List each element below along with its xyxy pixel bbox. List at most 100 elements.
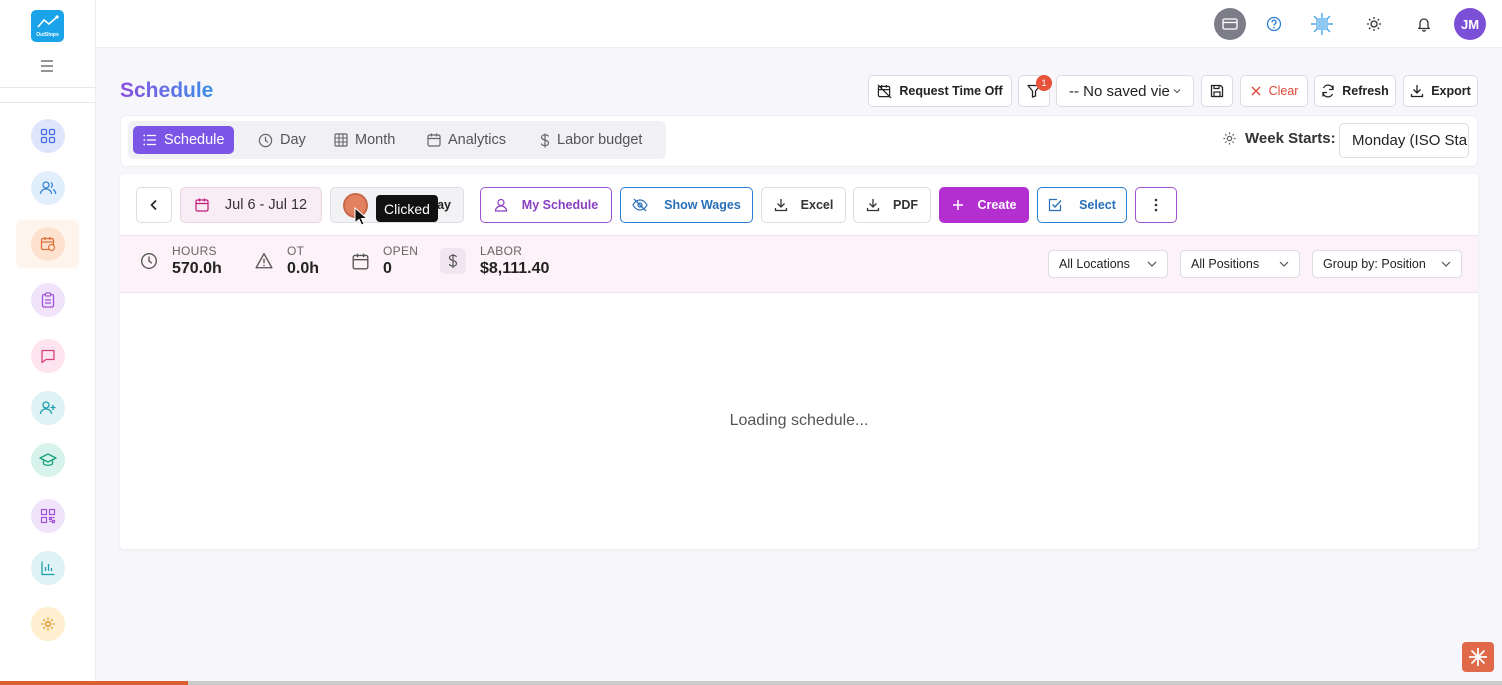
sidebar-item-qr[interactable] [31, 499, 65, 533]
sidebar-item-reports[interactable] [31, 551, 65, 585]
export-button[interactable]: Export [1403, 75, 1478, 107]
sidebar-item-hiring[interactable] [31, 391, 65, 425]
show-wages-button[interactable]: Show Wages [620, 187, 753, 223]
sidebar-item-training[interactable] [31, 443, 65, 477]
more-options-button[interactable] [1135, 187, 1177, 223]
locations-filter[interactable]: All Locations [1048, 250, 1168, 278]
clear-button[interactable]: Clear [1240, 75, 1308, 107]
tab-day[interactable]: Day [248, 126, 316, 154]
refresh-label: Refresh [1342, 84, 1389, 98]
users-icon [39, 181, 57, 195]
my-schedule-button[interactable]: My Schedule [480, 187, 612, 223]
locations-value: All Locations [1059, 257, 1130, 271]
app-logo[interactable]: OutStops [31, 10, 64, 42]
chevron-down-icon [1279, 261, 1289, 267]
stat-label: OT [287, 244, 305, 258]
stat-ot: OT 0.0h [255, 244, 319, 278]
pdf-export-button[interactable]: PDF [853, 187, 931, 223]
filter-count-badge: 1 [1036, 75, 1052, 91]
group-by-select[interactable]: Group by: Position [1312, 250, 1462, 278]
tab-schedule[interactable]: Schedule [133, 126, 235, 154]
excel-label: Excel [800, 198, 834, 212]
pdf-label: PDF [893, 198, 918, 212]
request-time-off-button[interactable]: Request Time Off [868, 75, 1012, 107]
chevron-down-icon [1441, 261, 1451, 267]
assistant-launcher-button[interactable] [1462, 642, 1494, 672]
dashboard-icon [40, 128, 56, 144]
chevron-down-icon [1147, 261, 1157, 267]
grid-icon [334, 133, 348, 147]
export-label: Export [1431, 84, 1471, 98]
calendar-icon [352, 253, 369, 269]
clear-label: Clear [1268, 84, 1299, 98]
create-button[interactable]: Create [939, 187, 1029, 223]
stat-label: LABOR [480, 244, 523, 258]
date-range-label: Jul 6 - Jul 12 [224, 197, 308, 213]
bell-icon[interactable] [1408, 8, 1440, 40]
click-tooltip: Clicked [376, 195, 438, 222]
positions-value: All Positions [1191, 257, 1260, 271]
clock-icon [258, 133, 273, 147]
show-wages-label: Show Wages [664, 198, 741, 212]
stat-value: 0 [383, 260, 392, 277]
date-range-picker[interactable]: Jul 6 - Jul 12 [180, 187, 322, 223]
sidebar-divider [0, 87, 95, 88]
dollar-icon [540, 133, 550, 147]
week-starts-text: Week Starts: [1245, 130, 1336, 147]
stat-labor: LABOR $8,111.40 [440, 244, 549, 278]
request-time-off-label: Request Time Off [899, 84, 1003, 98]
tab-analytics[interactable]: Analytics [417, 126, 516, 154]
gear-icon [41, 617, 55, 631]
sidebar-divider [0, 102, 95, 103]
card-icon[interactable] [1214, 8, 1246, 40]
save-view-button[interactable] [1201, 75, 1233, 107]
saved-view-select[interactable]: -- No saved vie [1056, 75, 1194, 107]
refresh-button[interactable]: Refresh [1314, 75, 1396, 107]
positions-filter[interactable]: All Positions [1180, 250, 1300, 278]
chevron-left-icon [150, 199, 157, 211]
user-avatar[interactable]: JM [1454, 8, 1486, 40]
refresh-icon [1322, 84, 1334, 98]
week-starts-value: Monday (ISO Standard) [1352, 132, 1468, 149]
page-title: Schedule [120, 79, 214, 102]
clock-icon [141, 253, 157, 269]
sidebar-item-schedule[interactable] [31, 227, 65, 261]
select-button[interactable]: Select [1037, 187, 1127, 223]
help-icon[interactable] [1258, 8, 1290, 40]
excel-export-button[interactable]: Excel [761, 187, 846, 223]
select-label: Select [1079, 198, 1116, 212]
sidebar-item-dashboard[interactable] [31, 119, 65, 153]
sidebar-item-messages[interactable] [31, 339, 65, 373]
stat-value: 570.0h [172, 260, 222, 277]
sidebar-item-tasks[interactable] [31, 283, 65, 317]
theme-toggle-icon[interactable] [1358, 8, 1390, 40]
qr-code-icon [40, 508, 56, 524]
previous-week-button[interactable] [136, 187, 172, 223]
tab-month[interactable]: Month [324, 126, 405, 154]
week-starts-select[interactable]: Monday (ISO Standard) [1339, 123, 1469, 158]
sidebar-item-settings[interactable] [31, 607, 65, 641]
ai-assistant-icon[interactable] [1306, 8, 1338, 40]
stat-label: HOURS [172, 244, 217, 258]
menu-toggle-icon[interactable] [38, 58, 56, 74]
more-vertical-icon [1154, 198, 1158, 212]
progress-track [0, 681, 1502, 685]
stat-value: 0.0h [287, 260, 320, 277]
clipboard-icon [41, 292, 55, 308]
user-plus-icon [39, 401, 56, 415]
calendar-icon [427, 133, 441, 147]
saved-view-value: -- No saved vie [1069, 82, 1170, 100]
tab-labor-budget[interactable]: Labor budget [530, 126, 652, 154]
tab-label: Analytics [448, 132, 507, 148]
group-by-value: Group by: Position [1323, 257, 1426, 271]
sidebar-item-team[interactable] [31, 171, 65, 205]
logo-text: OutStops [36, 32, 59, 38]
loading-message: Loading schedule... [729, 412, 869, 429]
stat-value: $8,111.40 [480, 260, 550, 277]
download-icon [866, 199, 880, 212]
message-icon [41, 349, 55, 364]
eye-off-icon [632, 198, 648, 212]
tab-label: Month [355, 132, 396, 148]
chevron-down-icon [1173, 89, 1181, 94]
dollar-icon [440, 248, 466, 274]
